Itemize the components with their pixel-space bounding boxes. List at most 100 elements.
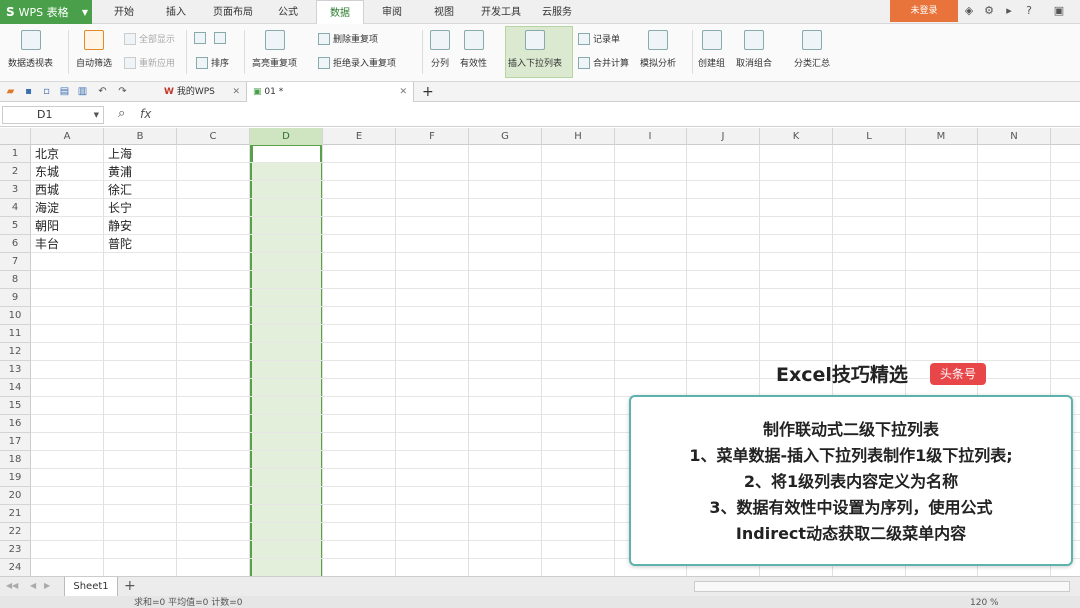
row-header-9[interactable]: 9 xyxy=(0,289,31,307)
row-header-19[interactable]: 19 xyxy=(0,469,31,487)
column-header-i[interactable]: I xyxy=(614,128,687,145)
cell-a1[interactable]: 北京 xyxy=(35,145,59,163)
column-header-n[interactable]: N xyxy=(978,128,1051,145)
cell-b4[interactable]: 长宁 xyxy=(108,199,132,217)
sort-desc-button[interactable] xyxy=(214,32,226,44)
remove-duplicates-button[interactable]: 删除重复项 xyxy=(318,32,378,45)
cell-a5[interactable]: 朝阳 xyxy=(35,217,59,235)
column-header-l[interactable]: L xyxy=(833,128,906,145)
ungroup-button[interactable]: 取消组合 xyxy=(736,30,772,69)
zoom-search-icon[interactable]: ⌕ xyxy=(118,106,125,121)
save-icon[interactable]: ▪ xyxy=(22,85,35,98)
create-group-button[interactable]: 创建组 xyxy=(698,30,725,69)
tab-review[interactable]: 审阅 xyxy=(378,0,406,24)
row-header-20[interactable]: 20 xyxy=(0,487,31,505)
row-header-17[interactable]: 17 xyxy=(0,433,31,451)
tab-insert[interactable]: 插入 xyxy=(162,0,190,24)
row-header-4[interactable]: 4 xyxy=(0,199,31,217)
validity-button[interactable]: 有效性 xyxy=(460,30,487,69)
tab-home[interactable]: 开始 xyxy=(110,0,138,24)
prev-sheet-icon[interactable]: ◀ xyxy=(30,581,36,590)
column-header-b[interactable]: B xyxy=(104,128,177,145)
fx-button[interactable]: fx xyxy=(140,107,151,121)
column-header-c[interactable]: C xyxy=(177,128,250,145)
zoom-level[interactable]: 120 % xyxy=(970,596,999,608)
cell-b1[interactable]: 上海 xyxy=(108,145,132,163)
tab-page-layout[interactable]: 页面布局 xyxy=(210,0,256,24)
skin-icon[interactable]: ◈ xyxy=(962,4,976,18)
horizontal-scrollbar[interactable] xyxy=(694,581,1070,592)
reapply-button[interactable]: 重新应用 xyxy=(124,56,175,69)
record-form-button[interactable]: 记录单 xyxy=(578,32,620,45)
row-header-22[interactable]: 22 xyxy=(0,523,31,541)
row-header-14[interactable]: 14 xyxy=(0,379,31,397)
restore-window-icon[interactable]: ▣ xyxy=(1052,4,1066,18)
pivot-table-button[interactable]: 数据透视表 xyxy=(8,30,53,69)
close-icon[interactable]: ✕ xyxy=(399,82,407,102)
row-header-18[interactable]: 18 xyxy=(0,451,31,469)
row-header-15[interactable]: 15 xyxy=(0,397,31,415)
row-header-21[interactable]: 21 xyxy=(0,505,31,523)
cell-a6[interactable]: 丰台 xyxy=(35,235,59,253)
cell-b5[interactable]: 静安 xyxy=(108,217,132,235)
insert-dropdown-list-button[interactable]: 插入下拉列表 xyxy=(508,30,562,69)
share-icon[interactable]: ▸ xyxy=(1002,4,1016,18)
row-header-13[interactable]: 13 xyxy=(0,361,31,379)
row-header-7[interactable]: 7 xyxy=(0,253,31,271)
login-button[interactable]: 未登录 xyxy=(890,0,958,22)
row-header-11[interactable]: 11 xyxy=(0,325,31,343)
row-header-5[interactable]: 5 xyxy=(0,217,31,235)
column-header-d[interactable]: D xyxy=(250,128,323,145)
active-cell-d1[interactable] xyxy=(252,145,321,163)
row-header-10[interactable]: 10 xyxy=(0,307,31,325)
select-all-corner[interactable] xyxy=(0,128,31,145)
simulation-button[interactable]: 模拟分析 xyxy=(640,30,676,69)
row-header-16[interactable]: 16 xyxy=(0,415,31,433)
column-header-e[interactable]: E xyxy=(323,128,396,145)
tab-document-01[interactable]: ▣ 01 * ✕ xyxy=(246,82,414,102)
tab-cloud[interactable]: 云服务 xyxy=(538,0,576,24)
highlight-duplicates-button[interactable]: 高亮重复项 xyxy=(252,30,297,69)
cell-b2[interactable]: 黄浦 xyxy=(108,163,132,181)
sheet-tab-sheet1[interactable]: Sheet1 xyxy=(64,577,118,597)
consolidate-button[interactable]: 合并计算 xyxy=(578,56,629,69)
gear-icon[interactable]: ⚙ xyxy=(982,4,996,18)
row-header-3[interactable]: 3 xyxy=(0,181,31,199)
column-header-h[interactable]: H xyxy=(542,128,615,145)
new-tab-plus-icon[interactable]: + xyxy=(416,82,436,102)
cell-b3[interactable]: 徐汇 xyxy=(108,181,132,199)
redo-icon[interactable]: ↷ xyxy=(116,85,129,98)
column-header-k[interactable]: K xyxy=(760,128,833,145)
column-header-j[interactable]: J xyxy=(687,128,760,145)
row-header-23[interactable]: 23 xyxy=(0,541,31,559)
row-header-2[interactable]: 2 xyxy=(0,163,31,181)
tab-developer[interactable]: 开发工具 xyxy=(478,0,524,24)
tab-view[interactable]: 视图 xyxy=(430,0,458,24)
export-icon[interactable]: ▫ xyxy=(40,85,53,98)
sort-asc-button[interactable] xyxy=(194,32,206,44)
sort-button[interactable]: 排序 xyxy=(196,56,229,69)
cell-a4[interactable]: 海淀 xyxy=(35,199,59,217)
row-header-8[interactable]: 8 xyxy=(0,271,31,289)
name-box[interactable]: D1 ▼ xyxy=(2,106,104,124)
close-icon[interactable]: ✕ xyxy=(232,82,240,102)
cell-a3[interactable]: 西城 xyxy=(35,181,59,199)
column-header-a[interactable]: A xyxy=(31,128,104,145)
cell-b6[interactable]: 普陀 xyxy=(108,235,132,253)
split-column-button[interactable]: 分列 xyxy=(430,30,450,69)
row-header-1[interactable]: 1 xyxy=(0,145,31,163)
print-icon[interactable]: ▤ xyxy=(58,85,71,98)
autofilter-button[interactable]: 自动筛选 xyxy=(76,30,112,69)
column-header-g[interactable]: G xyxy=(469,128,542,145)
row-header-12[interactable]: 12 xyxy=(0,343,31,361)
row-header-24[interactable]: 24 xyxy=(0,559,31,576)
show-all-button[interactable]: 全部显示 xyxy=(124,32,175,45)
undo-icon[interactable]: ↶ xyxy=(96,85,109,98)
column-header-m[interactable]: M xyxy=(905,128,978,145)
add-sheet-icon[interactable]: + xyxy=(124,577,136,595)
next-sheet-icon[interactable]: ▶ xyxy=(44,581,50,590)
app-menu-button[interactable]: S WPS 表格 ▼ xyxy=(0,0,92,24)
preview-icon[interactable]: ▥ xyxy=(76,85,89,98)
tab-my-wps[interactable]: W 我的WPS ✕ xyxy=(158,82,246,102)
open-icon[interactable]: ▰ xyxy=(4,85,17,98)
